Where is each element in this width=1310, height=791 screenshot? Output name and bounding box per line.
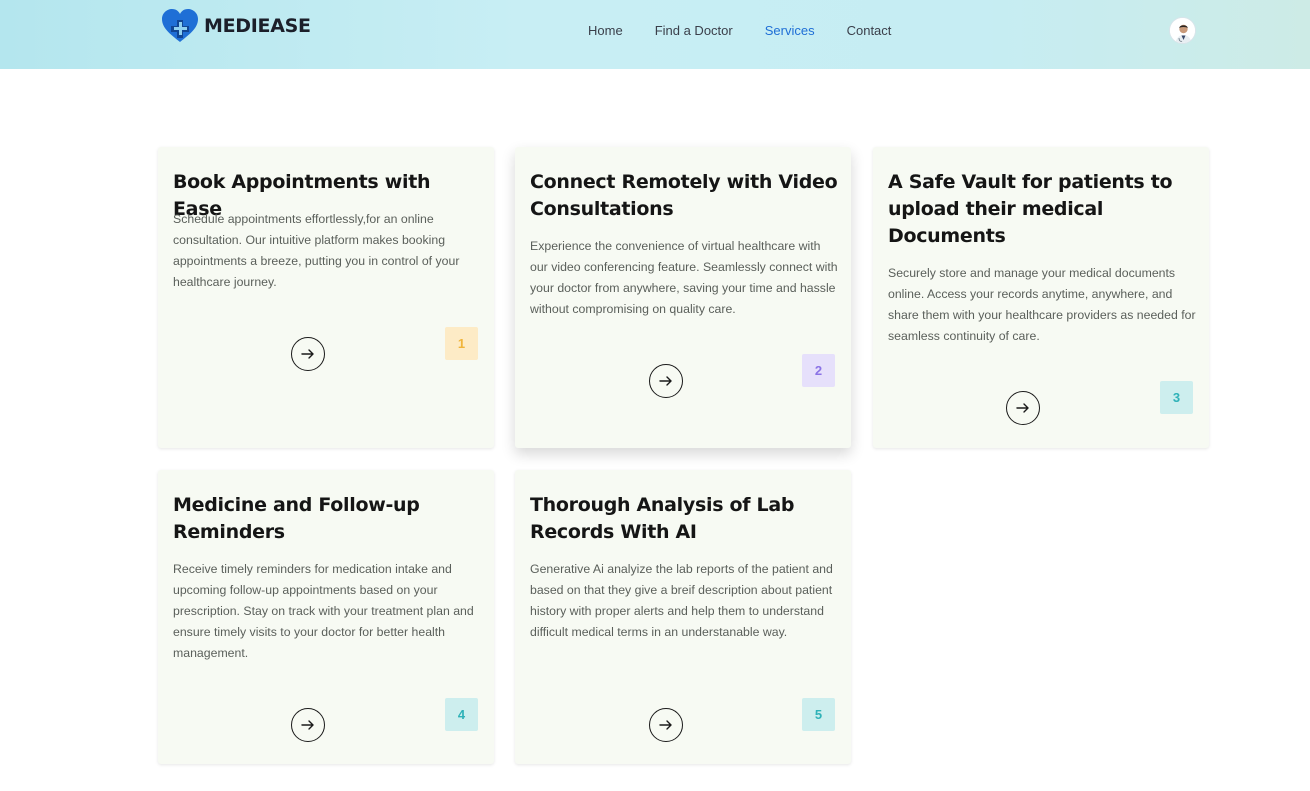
card-number-badge: 2 xyxy=(802,354,835,387)
arrow-right-icon xyxy=(301,720,314,730)
card-description: Experience the convenience of virtual he… xyxy=(530,239,838,316)
service-card-1[interactable]: Book Appointments with Ease Schedule app… xyxy=(158,147,494,448)
card-description: Receive timely reminders for medication … xyxy=(173,562,474,660)
card-title: Connect Remotely with Video Consultation… xyxy=(530,171,838,220)
card-arrow-button[interactable] xyxy=(649,708,683,742)
nav-contact[interactable]: Contact xyxy=(847,23,892,39)
card-description: Generative Ai analyize the lab reports o… xyxy=(530,562,833,639)
card-arrow-button[interactable] xyxy=(649,364,683,398)
arrow-right-icon xyxy=(659,376,672,386)
card-arrow-button[interactable] xyxy=(291,337,325,371)
doctor-avatar-icon xyxy=(1170,18,1195,43)
service-card-2[interactable]: Connect Remotely with Video Consultation… xyxy=(515,147,851,448)
brand-name: MEDIEASE xyxy=(204,15,311,37)
arrow-right-icon xyxy=(301,349,314,359)
card-description: Securely store and manage your medical d… xyxy=(888,266,1196,343)
nav-home[interactable]: Home xyxy=(588,23,623,39)
service-card-5[interactable]: Thorough Analysis of Lab Records With AI… xyxy=(515,470,851,764)
nav-services[interactable]: Services xyxy=(765,23,815,39)
nav-find-a-doctor[interactable]: Find a Doctor xyxy=(655,23,733,39)
top-header: MEDIEASE Home Find a Doctor Services Con… xyxy=(0,0,1310,69)
service-card-3[interactable]: A Safe Vault for patients to upload thei… xyxy=(873,147,1209,448)
service-card-4[interactable]: Medicine and Follow-up Reminders Receive… xyxy=(158,470,494,764)
card-number-badge: 1 xyxy=(445,327,478,360)
card-number-badge: 5 xyxy=(802,698,835,731)
card-title: Medicine and Follow-up Reminders xyxy=(173,494,420,543)
brand-logo[interactable]: MEDIEASE xyxy=(160,8,311,44)
arrow-right-icon xyxy=(659,720,672,730)
card-arrow-button[interactable] xyxy=(1006,391,1040,425)
main-nav: Home Find a Doctor Services Contact xyxy=(588,23,923,39)
user-avatar[interactable] xyxy=(1169,17,1196,44)
card-title: Thorough Analysis of Lab Records With AI xyxy=(530,494,795,543)
card-arrow-button[interactable] xyxy=(291,708,325,742)
card-title: A Safe Vault for patients to upload thei… xyxy=(888,171,1173,247)
card-number-badge: 3 xyxy=(1160,381,1193,414)
card-number-badge: 4 xyxy=(445,698,478,731)
card-description: Schedule appointments effortlessly,for a… xyxy=(173,212,460,289)
arrow-right-icon xyxy=(1016,403,1029,413)
heart-logo-icon xyxy=(162,9,198,42)
